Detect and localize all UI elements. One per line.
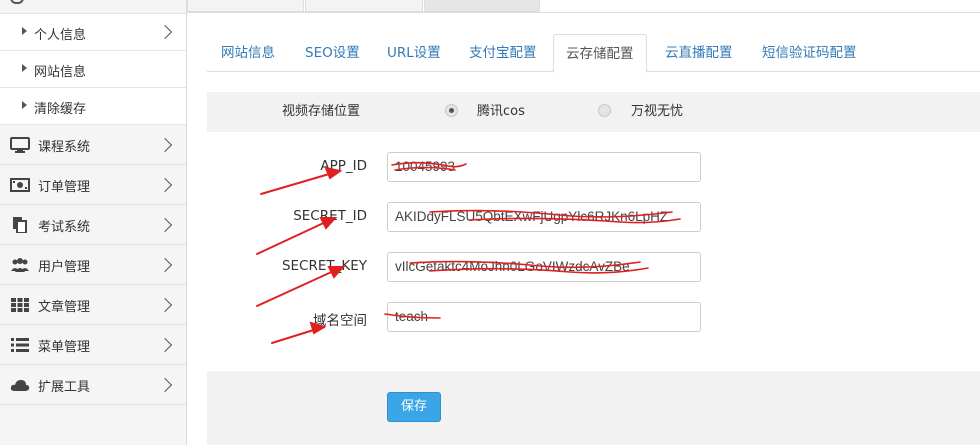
outer-tab[interactable] [305,0,423,12]
sidebar-subitem-label: 网站信息 [34,65,87,80]
red-arrow-icon [271,327,321,344]
grid-icon [11,298,29,312]
users-icon [11,258,29,272]
chevron-right-icon [157,217,173,233]
sidebar-item-label: 课程系统 [38,140,91,155]
app-id-input[interactable]: 10045993 [387,152,701,182]
sidebar-item-articles[interactable]: 文章管理 [0,285,186,325]
sidebar-item-label: 菜单管理 [38,340,91,355]
chevron-right-icon [157,137,173,153]
tab-seo[interactable]: SEO设置 [293,34,372,72]
money-icon [10,178,30,192]
tab-cloud-live[interactable]: 云直播配置 [653,34,745,72]
storage-location-row: 视频存储位置 腾讯cos 万视无忧 [207,92,980,132]
redaction-scribbles [384,161,681,319]
sidebar: 个人信息 网站信息 清除缓存 课程系统 订单管理 考试系统 用户管理 文章管理 … [0,0,187,445]
secret-id-input[interactable]: AKIDdyFLSU5QbtEXwFjUgpYlc6RJKn6LpHZ [387,202,701,232]
chevron-right-icon [157,337,173,353]
storage-location-label: 视频存储位置 [282,104,361,119]
sidebar-item-orders[interactable]: 订单管理 [0,165,186,205]
form-footer [207,371,980,445]
sidebar-item-label: 文章管理 [38,300,91,315]
sidebar-item-label: 用户管理 [38,260,91,275]
secret-id-label: SECRET_ID [293,208,367,224]
app-id-label: APP_ID [320,158,367,174]
sidebar-item-label: 扩展工具 [38,380,91,395]
sidebar-item-courses[interactable]: 课程系统 [0,125,186,165]
sidebar-subitem-label: 个人信息 [34,28,87,43]
sidebar-item-exams[interactable]: 考试系统 [0,205,186,245]
sidebar-item-label: 订单管理 [38,180,91,195]
chevron-right-icon [157,297,173,313]
tab-alipay[interactable]: 支付宝配置 [457,34,549,72]
red-arrow-icon [256,268,339,307]
chevron-right-icon [157,177,173,193]
radio-label: 腾讯cos [477,104,525,119]
sidebar-subitem-clear-cache[interactable]: 清除缓存 [0,88,186,125]
chevron-right-icon [157,24,173,40]
tab-url[interactable]: URL设置 [375,34,453,72]
secret-key-input[interactable]: vIlcGetaktc4MoJhn0LGoVIWzdcAvZBe [387,252,701,282]
monitor-icon [10,137,30,153]
sidebar-item-menus[interactable]: 菜单管理 [0,325,186,365]
sidebar-subitem-site-info[interactable]: 网站信息 [0,51,186,88]
radio-tencent-cos[interactable] [445,104,458,117]
domain-space-label: 域名空间 [313,313,367,329]
tab-cloud-storage[interactable]: 云存储配置 [553,34,647,73]
chevron-right-icon [157,377,173,393]
partial-icon [10,0,24,4]
outer-tab-bar [187,0,980,13]
sidebar-item-top-partial[interactable] [0,0,186,14]
red-arrow-icon [256,219,331,255]
domain-space-input[interactable]: teach [387,302,701,332]
sidebar-item-users[interactable]: 用户管理 [0,245,186,285]
caret-right-icon [22,27,27,35]
outer-tab[interactable] [187,0,304,12]
save-button[interactable]: 保存 [387,392,441,422]
cloud-icon [10,380,30,391]
red-arrow-icon [260,171,337,195]
copy-icon [13,217,27,233]
sidebar-subitem-profile[interactable]: 个人信息 [0,14,186,51]
outer-tab-active[interactable] [424,0,540,12]
radio-wanshi[interactable] [598,104,611,117]
tab-site-info[interactable]: 网站信息 [209,34,287,72]
chevron-right-icon [157,257,173,273]
secret-key-label: SECRET_KEY [281,258,367,274]
sidebar-item-label: 考试系统 [38,220,91,235]
caret-right-icon [22,101,27,109]
config-tab-bar: 网站信息 SEO设置 URL设置 支付宝配置 云存储配置 云直播配置 短信验证码… [207,34,980,73]
sidebar-subitem-label: 清除缓存 [34,102,87,117]
tab-sms-code[interactable]: 短信验证码配置 [750,34,869,72]
caret-right-icon [22,64,27,72]
list-icon [11,338,29,352]
radio-label: 万视无忧 [631,104,684,119]
sidebar-item-extensions[interactable]: 扩展工具 [0,365,186,405]
